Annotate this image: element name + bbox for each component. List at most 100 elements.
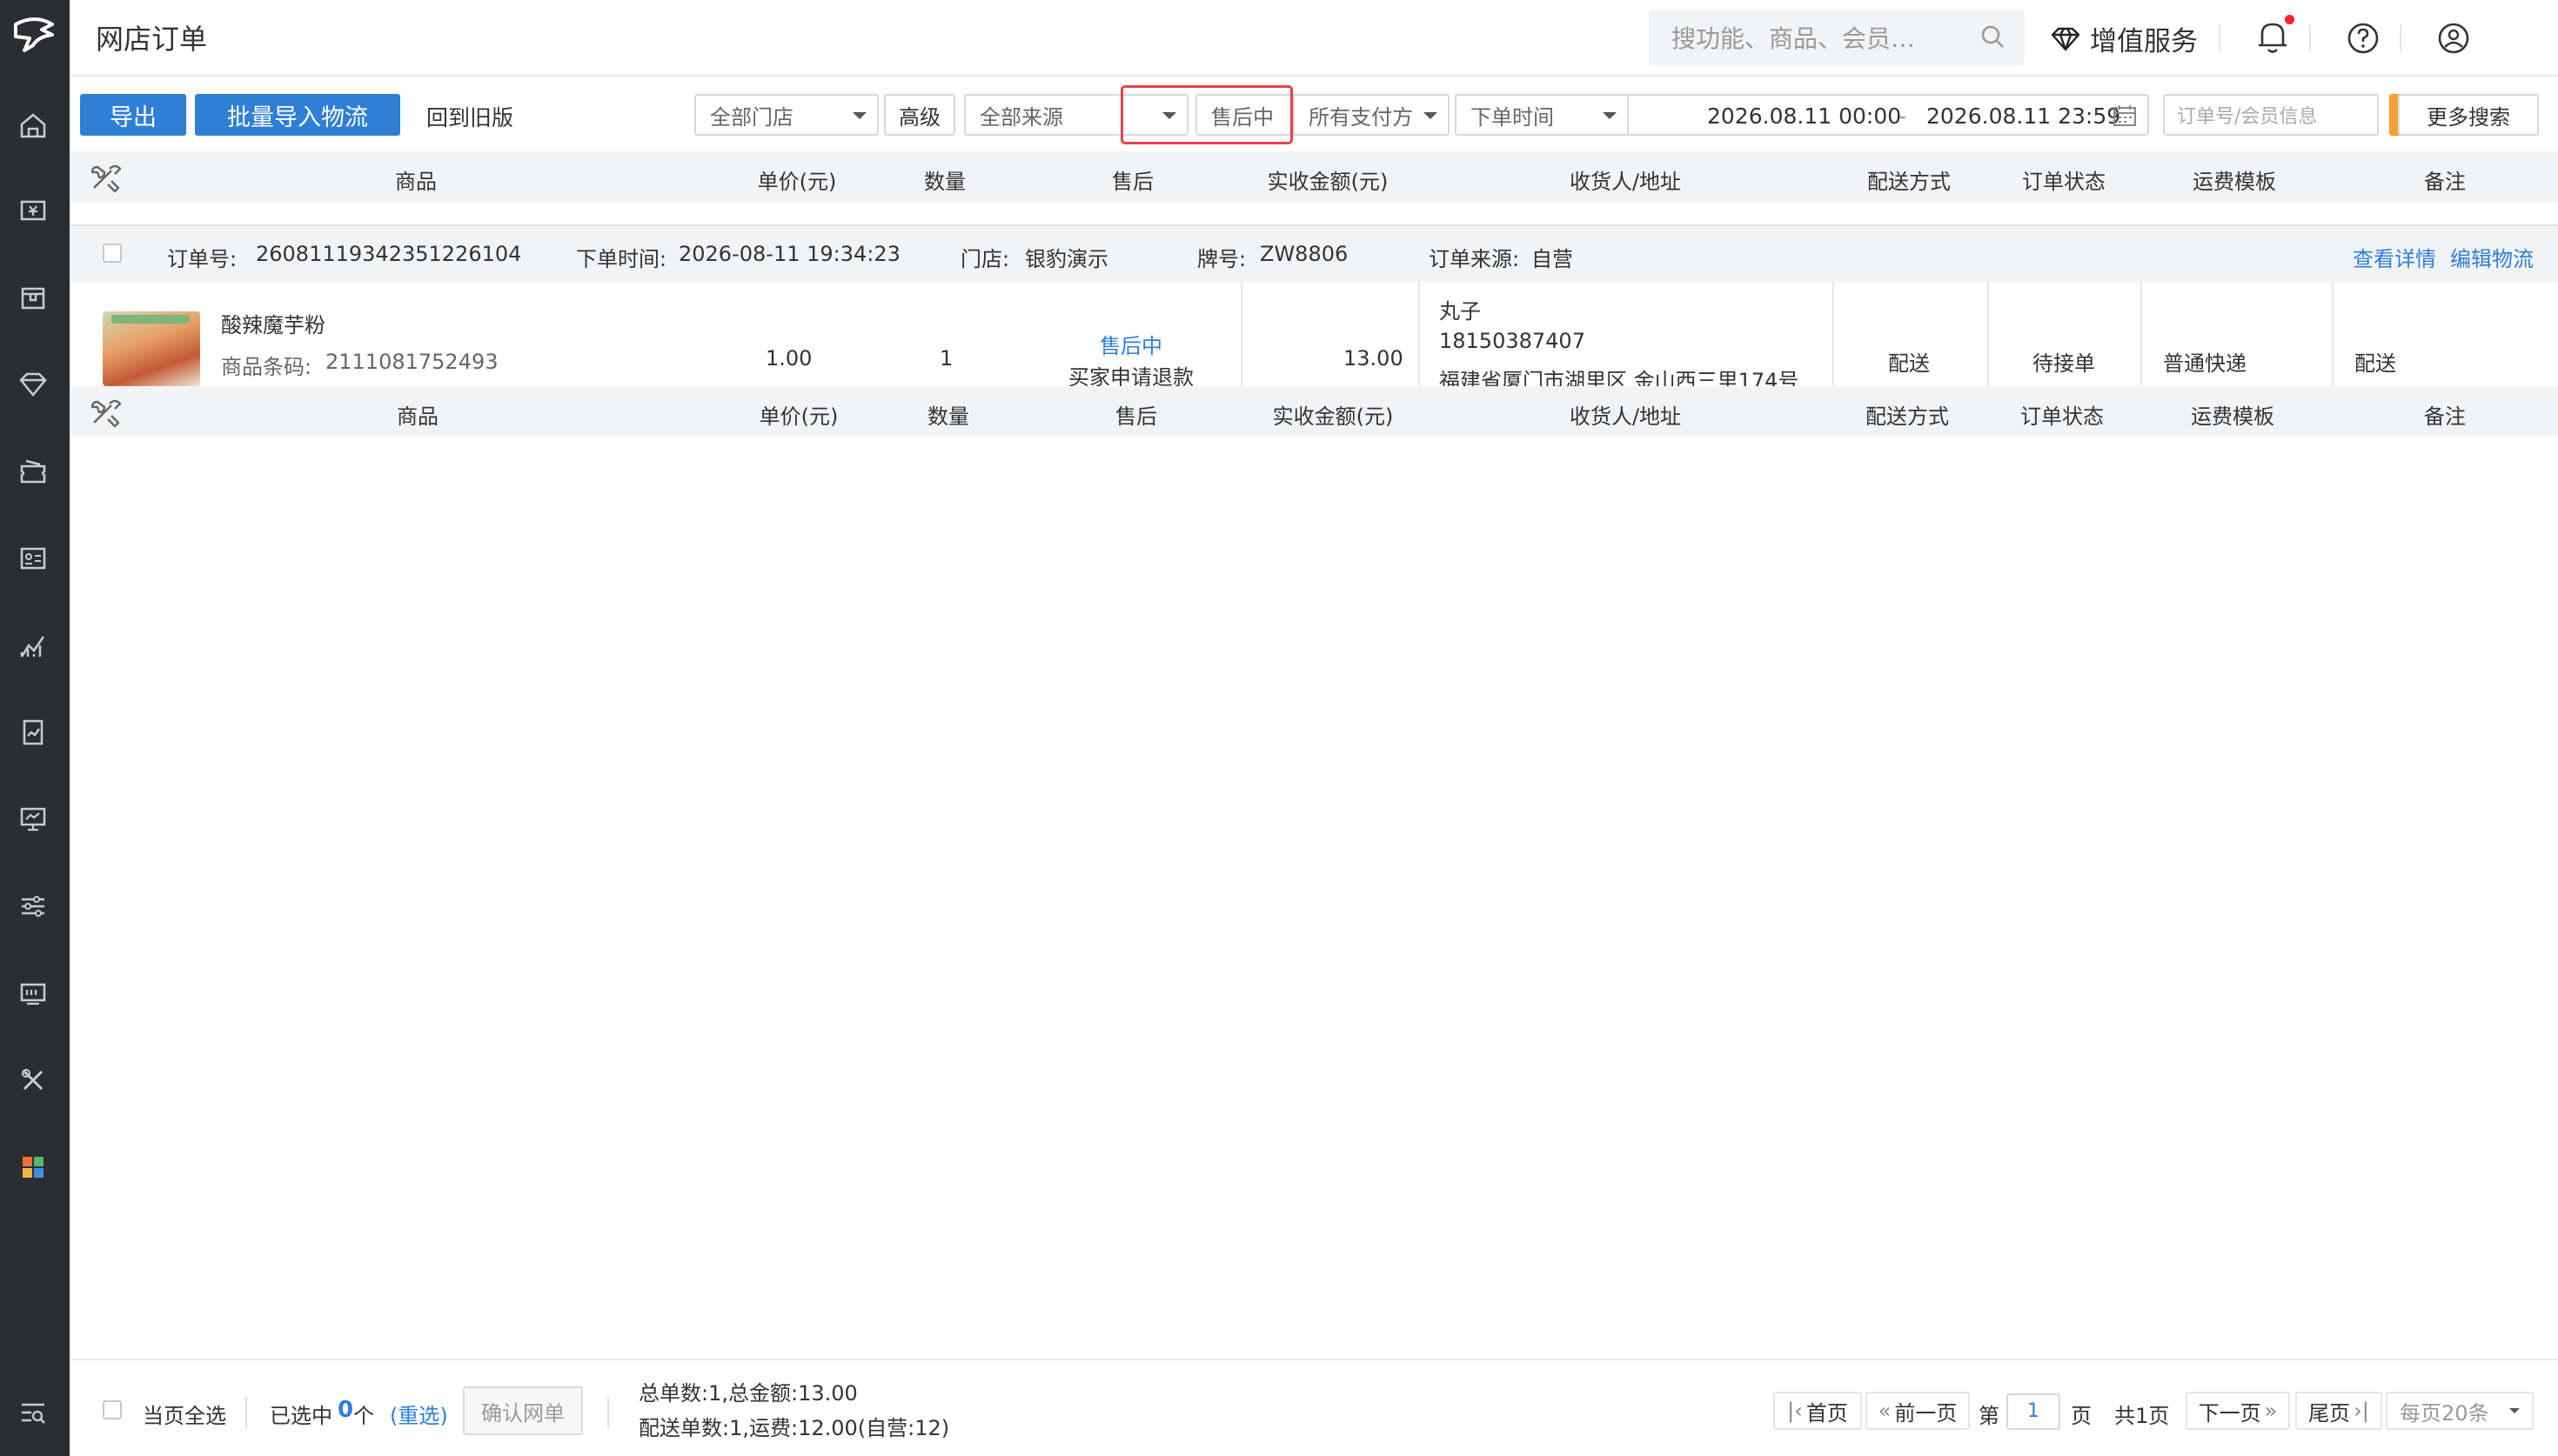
reselect-link[interactable]: (重选) (390, 1399, 448, 1429)
col-freight: 运费模板 (2193, 170, 2276, 194)
chevron-down-icon (853, 112, 867, 119)
diamond-icon (2051, 27, 2080, 50)
global-search-input[interactable]: 搜功能、商品、会员… (1649, 10, 2025, 65)
view-detail-link[interactable]: 查看详情 (2353, 242, 2436, 272)
aftersale-status-link[interactable]: 售后中 (1100, 329, 1162, 359)
user-account-icon[interactable] (2436, 21, 2471, 56)
prev-page-button[interactable]: «前一页 (1865, 1392, 1970, 1430)
select-all-label[interactable]: 当页全选 (143, 1399, 226, 1429)
divider (607, 1397, 609, 1428)
col-aftersale: 售后 (1115, 404, 1157, 429)
date-start[interactable]: 2026.08.11 00:00 (1707, 104, 1901, 129)
device-icon[interactable] (16, 976, 50, 1011)
export-button[interactable]: 导出 (80, 94, 186, 136)
source-select-value: 全部来源 (980, 104, 1063, 130)
employee-icon[interactable] (16, 541, 50, 576)
app-logo-icon[interactable] (7, 7, 63, 63)
order-time: 2026-08-11 19:34:23 (679, 242, 901, 266)
order-plate: ZW8806 (1260, 242, 1349, 266)
product-name[interactable]: 酸辣魔芋粉 (221, 308, 325, 338)
next-page-label: 下一页 (2198, 1400, 2261, 1426)
time-type-select[interactable]: 下单时间 (1455, 94, 1629, 136)
advanced-button[interactable]: 高级 (884, 94, 955, 136)
time-type-select-value: 下单时间 (1470, 104, 1554, 130)
notification-dot (2285, 15, 2294, 24)
menu-search-icon[interactable] (16, 1395, 50, 1430)
chevron-down-icon (1603, 112, 1617, 119)
col-remark: 备注 (2424, 170, 2466, 194)
page-suffix: 页 (2071, 1404, 2092, 1428)
notification-bell-icon[interactable] (2255, 17, 2290, 56)
order-search-input[interactable]: 订单号/会员信息 (2163, 94, 2379, 136)
summary-delivery: 配送单数:1,运费:12.00(自营:12) (639, 1416, 950, 1440)
search-icon[interactable] (1979, 23, 2006, 50)
cashier-icon[interactable] (16, 193, 50, 228)
table-header-sticky: 商品 单价(元) 数量 售后 实收金额(元) 收货人/地址 配送方式 订单状态 … (70, 386, 2558, 437)
next-page-button[interactable]: 下一页» (2186, 1392, 2290, 1430)
date-end[interactable]: 2026.08.11 23:59 (1926, 104, 2120, 129)
order-source-label: 订单来源: (1429, 247, 1520, 271)
store-select[interactable]: 全部门店 (694, 94, 879, 136)
old-version-link[interactable]: 回到旧版 (426, 101, 513, 132)
divider (245, 1397, 247, 1428)
tools-icon[interactable] (16, 1063, 50, 1098)
date-separator: - (1898, 104, 1907, 129)
selected-prefix: 已选中 (270, 1404, 332, 1428)
order-store: 银豹演示 (1025, 247, 1108, 271)
col-receiver: 收货人/地址 (1569, 170, 1682, 194)
col-product: 商品 (397, 404, 439, 429)
per-page-select[interactable]: 每页20条 (2386, 1392, 2534, 1430)
remark: 配送 (2354, 351, 2396, 376)
divider (2400, 24, 2401, 52)
calendar-icon[interactable] (2113, 104, 2137, 127)
selected-count: 0 (338, 1397, 354, 1423)
order-no-label: 订单号: (167, 247, 238, 271)
last-page-button[interactable]: 尾页 ›| (2295, 1392, 2382, 1430)
col-amount: 实收金额(元) (1267, 170, 1389, 194)
sidebar (0, 0, 70, 1456)
home-icon[interactable] (16, 108, 50, 143)
col-aftersale: 售后 (1112, 170, 1154, 194)
table-row: 酸辣魔芋粉 商品条码: 2111081752493 1.00 1 售后中 买家申… (70, 282, 2558, 393)
page-title: 网店订单 (96, 23, 208, 56)
order-time-label: 下单时间: (576, 247, 667, 271)
last-page-label: 尾页 (2308, 1400, 2351, 1426)
order-source: 自营 (1531, 247, 1573, 271)
analysis-icon[interactable] (16, 715, 50, 750)
report-icon[interactable] (16, 628, 50, 663)
receiver-name: 丸子 (1439, 299, 1481, 324)
apps-grid-icon[interactable] (16, 1150, 50, 1185)
order-no: 26081119342351226104 (256, 242, 522, 266)
prev-page-icon: « (1878, 1399, 1892, 1423)
edit-logistics-link[interactable]: 编辑物流 (2450, 242, 2534, 272)
page-number-input[interactable]: 1 (2006, 1393, 2060, 1430)
help-icon[interactable] (2346, 21, 2381, 56)
col-status: 订单状态 (2022, 170, 2106, 194)
value-service-button[interactable]: 增值服务 (2050, 19, 2198, 58)
per-page-value: 每页20条 (2400, 1400, 2489, 1426)
member-icon[interactable] (16, 367, 50, 402)
first-page-icon: |‹ (1787, 1399, 1803, 1423)
receiver-phone: 18150387407 (1439, 329, 1585, 353)
settings-sliders-icon[interactable] (16, 889, 50, 924)
first-page-button[interactable]: |‹ 首页 (1773, 1392, 1862, 1430)
col-product: 商品 (395, 170, 437, 194)
store-select-value: 全部门店 (710, 104, 794, 130)
product-icon[interactable] (16, 280, 50, 315)
promotion-icon[interactable] (16, 454, 50, 489)
monitor-icon[interactable] (16, 802, 50, 837)
filter-toolbar: 导出 批量导入物流 回到旧版 全部门店 高级 全部来源 售后中 所有支付方 下单… (70, 77, 2558, 151)
col-remark: 备注 (2424, 404, 2466, 429)
column-settings-tools-icon[interactable] (89, 397, 124, 428)
selected-unit: 个 (353, 1404, 374, 1428)
col-price: 单价(元) (757, 170, 837, 194)
payment-select[interactable]: 所有支付方 (1293, 94, 1450, 136)
column-settings-tools-icon[interactable] (89, 162, 124, 193)
summary-total: 总单数:1,总金额:13.00 (639, 1381, 858, 1406)
batch-import-logistics-button[interactable]: 批量导入物流 (195, 94, 400, 136)
select-all-checkbox[interactable] (103, 1400, 122, 1419)
confirm-order-button[interactable]: 确认网单 (463, 1386, 583, 1435)
divider (2309, 24, 2311, 52)
order-checkbox[interactable] (103, 244, 122, 263)
more-search-button[interactable]: 更多搜索 (2398, 94, 2539, 136)
